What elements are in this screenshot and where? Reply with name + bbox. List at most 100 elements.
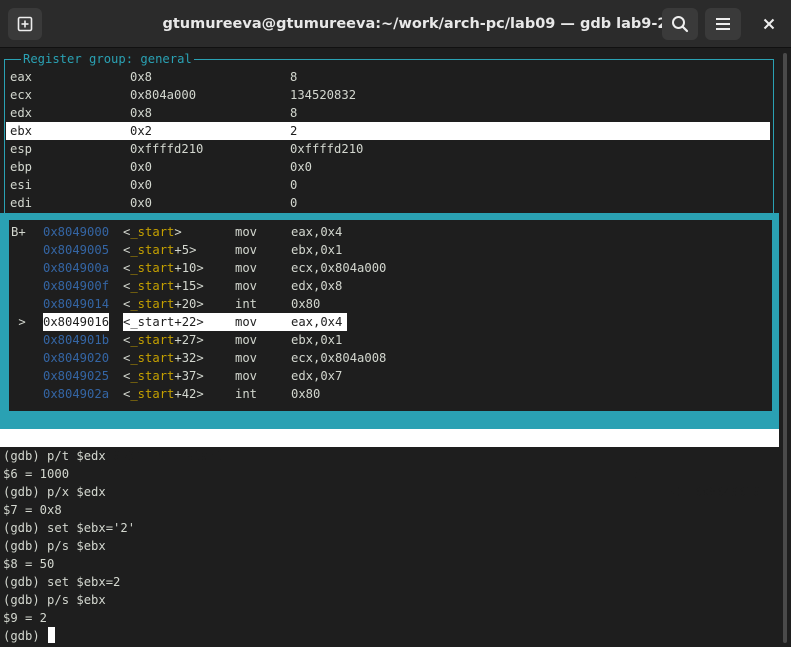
scrollbar[interactable] [781, 49, 789, 647]
asm-symbol: <_start+42> [123, 385, 204, 403]
asm-symbol-name: _start [130, 387, 175, 401]
asm-symbol: <_start+27> [123, 331, 204, 349]
asm-symbol-bracket: > [189, 243, 197, 257]
hamburger-menu-icon [716, 18, 730, 30]
asm-opcode: mov [235, 279, 258, 293]
asm-operands: ebx,0x1 [291, 333, 343, 347]
asm-operands: 0x80 [291, 387, 321, 401]
asm-operands: edx,0x7 [291, 369, 343, 383]
register-hex-value: 0x0 [130, 178, 153, 192]
asm-line: 0x804900f <_start+15> mov edx,0x8 [10, 277, 771, 295]
asm-address: 0x8049025 [43, 369, 110, 383]
register-row: esi 0x0 0 [6, 176, 770, 194]
asm-line: >0x8049016 <_start+22> mov eax,0x4 [10, 313, 771, 331]
console-line: (gdb) set $ebx='2' [3, 521, 136, 535]
terminal-area[interactable]: Register group: general eax 0x8 8 ecx 0x804a… [0, 49, 780, 647]
title-bar: gtumureeva@gtumureeva:~/work/arch-pc/lab… [0, 0, 791, 48]
register-row: edx 0x8 8 [6, 104, 770, 122]
asm-operands: edx,0x8 [291, 279, 343, 293]
menu-button[interactable] [705, 8, 741, 40]
asm-operands: 0x80 [291, 297, 321, 311]
asm-symbol-offset: +22 [174, 315, 197, 329]
asm-symbol-offset: +15 [174, 279, 197, 293]
asm-symbol: <_start+32> [123, 349, 204, 367]
asm-symbol-bracket: > [196, 369, 204, 383]
console-line: $6 = 1000 [3, 467, 70, 481]
register-natural-value: 8 [290, 106, 298, 120]
asm-symbol-name: _start [130, 369, 175, 383]
asm-operands: ecx,0x804a008 [291, 351, 387, 365]
asm-symbol-name: _start [130, 297, 175, 311]
asm-opcode: mov [235, 225, 258, 239]
register-hex-value: 0x0 [130, 160, 153, 174]
close-icon [763, 18, 775, 30]
console-line: $7 = 0x8 [3, 503, 62, 517]
asm-opcode: mov [235, 369, 258, 383]
status-bar: native process 6501 In: _start L16 PC: 0… [0, 429, 779, 499]
asm-symbol-bracket: > [196, 333, 204, 347]
asm-line: B+ 0x8049000 <_start> mov eax,0x4 [10, 223, 771, 241]
asm-symbol-bracket: > [196, 387, 204, 401]
register-natural-value: 2 [290, 124, 298, 138]
asm-symbol-name: _start [130, 279, 175, 293]
asm-operands: eax,0x4 [291, 315, 343, 329]
asm-symbol-offset: +37 [174, 369, 197, 383]
asm-symbol: <_start+20> [123, 295, 204, 313]
asm-symbol-offset: +5 [174, 243, 190, 257]
console-line: $8 = 50 [3, 557, 55, 571]
asm-address: 0x8049000 [43, 225, 110, 239]
new-tab-button[interactable] [8, 8, 42, 40]
asm-operands: ecx,0x804a000 [291, 261, 387, 275]
scrollbar-thumb[interactable] [783, 53, 787, 643]
register-natural-value: 0 [290, 178, 298, 192]
register-natural-value: 0 [290, 196, 298, 210]
register-natural-value: 134520832 [290, 88, 357, 102]
search-icon [672, 16, 689, 33]
asm-symbol: <_start+15> [123, 277, 204, 295]
register-hex-value: 0x8 [130, 70, 153, 84]
asm-opcode: int [235, 387, 258, 401]
register-row: ecx 0x804a000 134520832 [6, 86, 770, 104]
asm-symbol-offset: +27 [174, 333, 197, 347]
register-row: eax 0x8 8 [6, 68, 770, 86]
asm-operands: eax,0x4 [291, 225, 343, 239]
asm-symbol-name: _start [130, 261, 175, 275]
asm-marker: B+ [11, 225, 26, 239]
register-name: ebp [10, 160, 33, 174]
register-name: ebx [10, 124, 33, 138]
console-line: (gdb) p/s $ebx [3, 539, 106, 553]
window-title: gtumureeva@gtumureeva:~/work/arch-pc/lab… [162, 16, 668, 32]
console-line: (gdb) p/t $edx [3, 449, 106, 463]
asm-symbol-name: _start [130, 333, 175, 347]
search-button[interactable] [662, 8, 698, 40]
asm-symbol: <_start+22> [123, 313, 204, 331]
asm-symbol-bracket: > [196, 297, 204, 311]
asm-opcode: int [235, 297, 258, 311]
register-name: edx [10, 106, 33, 120]
prompt-text: (gdb) [3, 629, 48, 643]
register-hex-value: 0x804a000 [130, 88, 197, 102]
asm-opcode: mov [235, 333, 258, 347]
close-button[interactable] [752, 8, 786, 40]
asm-symbol-offset: +32 [174, 351, 197, 365]
register-row: ebp 0x0 0x0 [6, 158, 770, 176]
register-row: esp 0xffffd210 0xffffd210 [6, 140, 770, 158]
asm-symbol-name: _start [130, 243, 175, 257]
asm-line: 0x8049020 <_start+32> mov ecx,0x804a008 [10, 349, 771, 367]
asm-symbol-offset: +42 [174, 387, 197, 401]
register-name: esi [10, 178, 33, 192]
register-name: esp [10, 142, 33, 156]
asm-address: 0x8049014 [43, 297, 110, 311]
console-prompt[interactable]: (gdb) [3, 627, 779, 645]
register-hex-value: 0x2 [130, 124, 153, 138]
new-tab-icon [17, 16, 33, 32]
asm-symbol-name: _start [130, 351, 175, 365]
register-name: edi [10, 196, 33, 210]
console-line: (gdb) p/s $ebx [3, 593, 106, 607]
text-cursor [48, 627, 56, 643]
register-row: edi 0x0 0 [6, 194, 770, 212]
asm-marker: > [11, 315, 26, 329]
asm-opcode: mov [235, 261, 258, 275]
current-instruction-highlight: <_start+22> mov eax,0x4 [123, 313, 347, 331]
register-name: eax [10, 70, 33, 84]
